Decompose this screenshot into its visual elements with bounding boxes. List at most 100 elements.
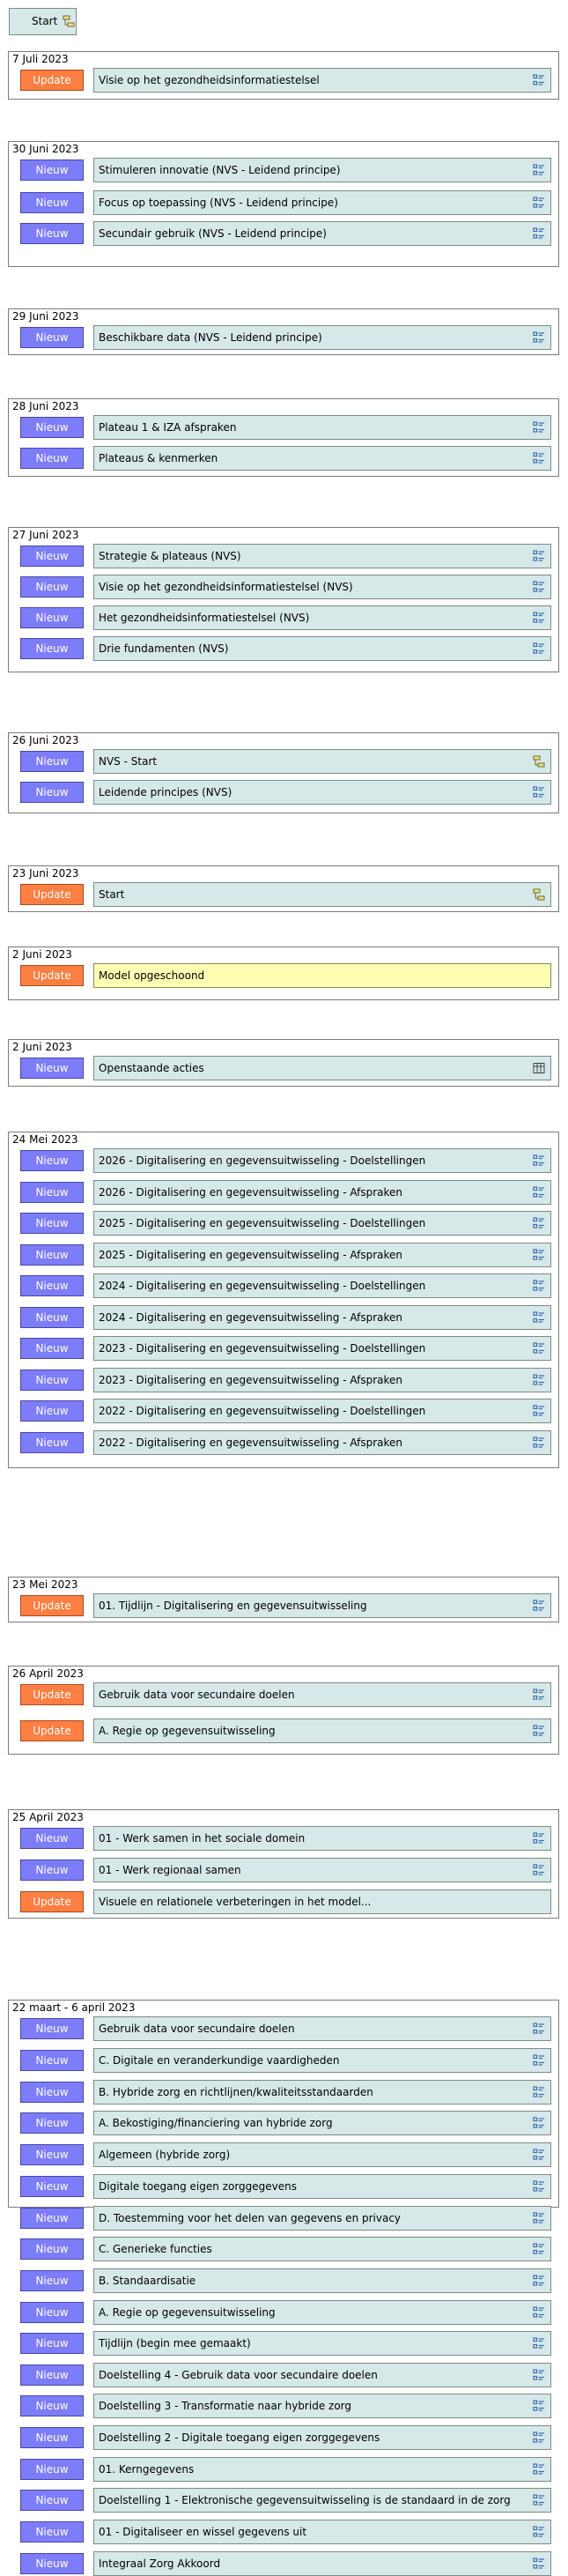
view-link[interactable]: NVS - Start [93,749,551,774]
update-badge: Update [20,1595,84,1616]
view-link[interactable]: Digitale toegang eigen zorggegevens [93,2174,551,2199]
view-link[interactable]: Visie op het gezondheidsinformatiestelse… [93,575,551,599]
view-link[interactable]: Doelstelling 4 - Gebruik data voor secun… [93,2363,551,2387]
view-link[interactable]: A. Bekostiging/financiering van hybride … [93,2111,551,2135]
update-badge: Update [20,70,84,91]
view-link[interactable]: 2022 - Digitalisering en gegevensuitwiss… [93,1430,551,1455]
view-link[interactable]: Leidende principes (NVS) [93,780,551,805]
view-link[interactable]: B. Hybride zorg en richtlijnen/kwaliteit… [93,2080,551,2105]
view-link[interactable]: B. Standaardisatie [93,2268,551,2293]
element-label: B. Hybride zorg en richtlijnen/kwaliteit… [99,2086,373,2098]
view-link[interactable]: Integraal Zorg Akkoord [93,2551,551,2576]
view-link[interactable]: Doelstelling 1 - Elektronische gegevensu… [93,2488,551,2513]
new-badge: Nieuw [20,782,84,803]
view-icon [533,331,545,344]
view-icon [533,1689,545,1701]
element-label: 2024 - Digitalisering en gegevensuitwiss… [99,1311,403,1324]
view-link[interactable]: 2023 - Digitalisering en gegevensuitwiss… [93,1368,551,1392]
view-link[interactable]: 2026 - Digitalisering en gegevensuitwiss… [93,1180,551,1205]
view-link[interactable]: Gebruik data voor secundaire doelen [93,1682,551,1707]
view-icon [533,1186,545,1199]
element-label: C. Digitale en veranderkundige vaardighe… [99,2054,340,2067]
view-icon [533,1832,545,1845]
view-link[interactable]: 01 - Werk samen in het sociale domein [93,1826,551,1851]
change-group: 30 Juni 2023 Nieuw Stimuleren innovatie (N… [8,141,559,267]
new-badge: Nieuw [20,1058,84,1079]
change-row: Nieuw Gebruik data voor secundaire doelen [9,2015,558,2041]
view-link[interactable]: 2023 - Digitalisering en gegevensuitwiss… [93,1336,551,1361]
view-link[interactable]: 2025 - Digitalisering en gegevensuitwiss… [93,1243,551,1267]
new-badge: Nieuw [20,327,84,348]
view-link[interactable]: 2026 - Digitalisering en gegevensuitwiss… [93,1148,551,1173]
new-badge: Nieuw [20,160,84,181]
view-link[interactable]: Plateau 1 & IZA afspraken [93,415,551,440]
change-row: Nieuw B. Hybride zorg en richtlijnen/kwal… [9,2078,558,2105]
view-link[interactable]: Openstaande acties [93,1056,551,1080]
view-link[interactable]: 2025 - Digitalisering en gegevensuitwiss… [93,1211,551,1236]
view-link[interactable]: Algemeen (hybride zorg) [93,2142,551,2167]
view-link[interactable]: 2024 - Digitalisering en gegevensuitwiss… [93,1273,551,1298]
view-link[interactable]: Het gezondheidsinformatiestelsel (NVS) [93,605,551,630]
view-link[interactable]: Beschikbare data (NVS - Leidend principe… [93,325,551,350]
view-icon [533,2243,545,2255]
element-label: 2024 - Digitalisering en gegevensuitwiss… [99,1280,426,1292]
update-badge: Update [20,1684,84,1705]
element-label: C. Generieke functies [99,2243,212,2255]
change-group-date: 28 Juni 2023 [12,400,79,412]
view-link[interactable]: Doelstelling 3 - Transformatie naar hybr… [93,2394,551,2418]
element-label: D. Toestemming voor het delen van gegeve… [99,2212,402,2224]
start-view-button[interactable]: Start [9,8,77,35]
view-icon [533,227,545,240]
new-badge: Nieuw [20,417,84,438]
view-icon [533,612,545,624]
change-row: Nieuw Leidende principes (NVS) [9,778,558,805]
new-badge: Nieuw [20,2270,84,2291]
view-icon [533,1342,545,1355]
view-link[interactable]: Stimuleren innovatie (NVS - Leidend prin… [93,158,551,182]
view-link[interactable]: 2024 - Digitalisering en gegevensuitwiss… [93,1305,551,1330]
change-group: 7 Juli 2023 Update Visie op het gezondheid… [8,51,559,100]
view-link[interactable]: Strategie & plateaus (NVS) [93,544,551,568]
view-link[interactable]: Visie op het gezondheidsinformatiestelse… [93,68,551,93]
change-group-date: 25 April 2023 [12,1811,84,1823]
view-link[interactable]: Gebruik data voor secundaire doelen [93,2016,551,2041]
view-icon [533,786,545,798]
view-link[interactable]: C. Generieke functies [93,2237,551,2261]
view-link[interactable]: 01 - Werk regionaal samen [93,1858,551,1882]
view-link[interactable]: Doelstelling 2 - Digitale toegang eigen … [93,2425,551,2450]
new-badge: Nieuw [20,2553,84,2574]
new-badge: Nieuw [20,1338,84,1359]
change-group-date: 22 maart - 6 april 2023 [12,2001,136,2014]
view-link[interactable]: Start [93,882,551,907]
element-label: Focus op toepassing (NVS - Leidend princ… [99,197,338,209]
change-row: Nieuw Stimuleren innovatie (NVS - Leidend… [9,156,558,182]
diagram-icon [533,755,545,768]
view-link[interactable]: Plateaus & kenmerken [93,446,551,471]
change-group: 2 Juni 2023 Nieuw Openstaande acties [8,1039,559,1087]
change-row: Nieuw Algemeen (hybride zorg) [9,2141,558,2167]
view-link[interactable]: 01. Kerngegevens [93,2457,551,2482]
new-badge: Nieuw [20,2144,84,2165]
view-link[interactable]: A. Regie op gegevensuitwisseling [93,2300,551,2325]
view-link[interactable]: A. Regie op gegevensuitwisseling [93,1719,551,1743]
view-link[interactable]: Visuele en relationele verbeteringen in … [93,1889,551,1914]
element-label: B. Standaardisatie [99,2275,196,2287]
element-label: A. Regie op gegevensuitwisseling [99,1725,276,1737]
element-label: Start [99,888,125,901]
change-row: Nieuw 2024 - Digitalisering en gegevensui… [9,1272,558,1298]
new-badge: Nieuw [20,192,84,213]
view-link[interactable]: 2022 - Digitalisering en gegevensuitwiss… [93,1399,551,1423]
change-row: Nieuw Tijdlijn (begin mee gemaakt) [9,2329,558,2356]
view-link[interactable]: Focus op toepassing (NVS - Leidend princ… [93,190,551,215]
view-icon [533,197,545,209]
view-link[interactable]: 01. Tijdlijn - Digitalisering en gegeven… [93,1593,551,1618]
change-row: Nieuw 2022 - Digitalisering en gegevensui… [9,1429,558,1455]
view-link[interactable]: 01 - Digitaliseer en wissel gegevens uit [93,2520,551,2544]
view-link[interactable]: C. Digitale en veranderkundige vaardighe… [93,2048,551,2073]
view-link[interactable]: D. Toestemming voor het delen van gegeve… [93,2206,551,2231]
element-label: Doelstelling 1 - Elektronische gegevensu… [99,2494,511,2506]
view-link[interactable]: Secundair gebruik (NVS - Leidend princip… [93,221,551,246]
element-label: Beschikbare data (NVS - Leidend principe… [99,331,322,344]
view-link[interactable]: Tijdlijn (begin mee gemaakt) [93,2331,551,2356]
view-link[interactable]: Drie fundamenten (NVS) [93,636,551,661]
